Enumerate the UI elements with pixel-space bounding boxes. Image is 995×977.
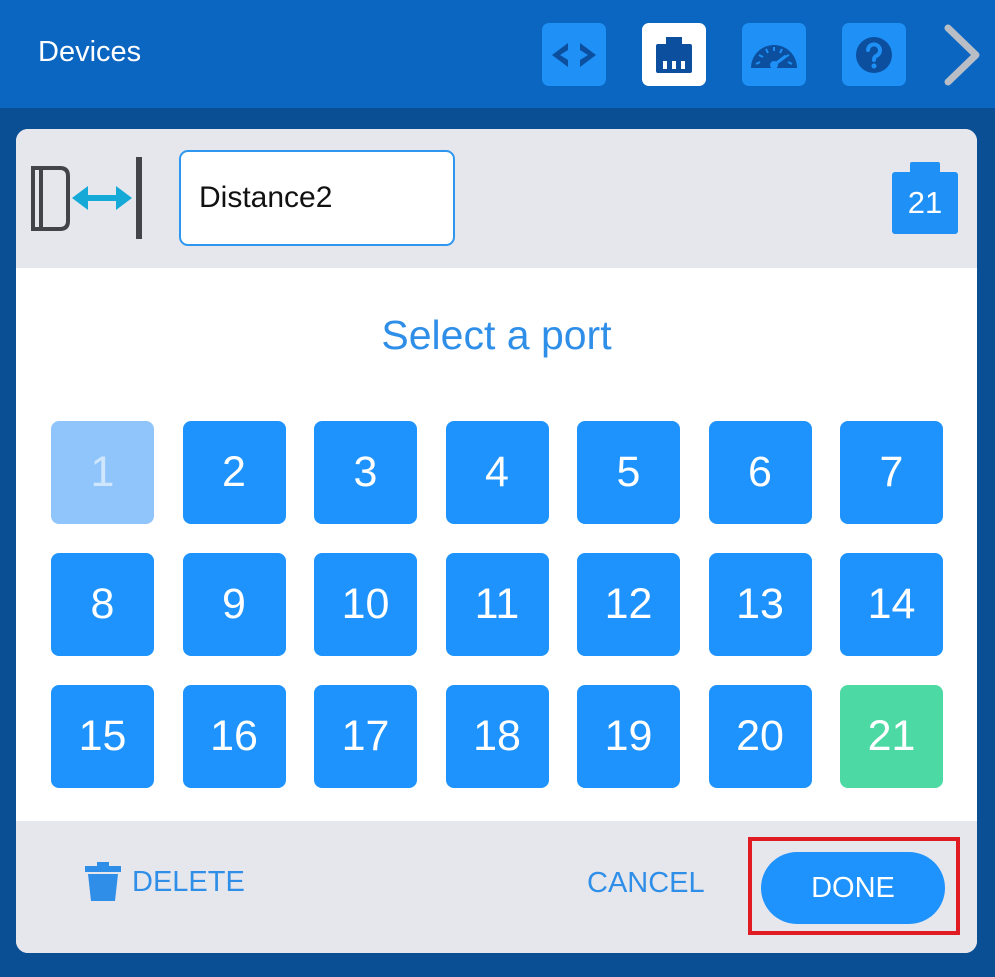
port-grid: 1 2 3 4 5 6 7 8 9 10 11 12 13 14 15 16 17 18 19 20 21 xyxy=(51,421,943,788)
port-button-4[interactable]: 4 xyxy=(445,421,549,524)
top-bar: Devices xyxy=(0,0,995,108)
port-button-12[interactable]: 12 xyxy=(577,553,680,656)
current-port-number: 21 xyxy=(892,172,958,234)
port-button-17[interactable]: 17 xyxy=(314,685,417,788)
port-button-18[interactable]: 18 xyxy=(445,685,549,788)
delete-label: DELETE xyxy=(132,865,245,898)
port-badge: 21 xyxy=(892,162,958,234)
port-select-dialog: 21 Select a port 12345678910111213141516… xyxy=(16,129,977,953)
port-button-13[interactable]: 13 xyxy=(708,553,812,656)
port-button-10[interactable]: 10 xyxy=(314,553,417,656)
delete-button[interactable]: DELETE xyxy=(84,857,245,907)
device-name-input[interactable] xyxy=(179,150,455,246)
port-button-5[interactable]: 5 xyxy=(577,421,680,524)
help-icon xyxy=(856,36,892,73)
port-button-9[interactable]: 9 xyxy=(182,553,286,656)
port-button-7[interactable]: 7 xyxy=(840,421,943,524)
distance-sensor-icon xyxy=(31,157,142,239)
port-button-20[interactable]: 20 xyxy=(708,685,812,788)
port-button-19[interactable]: 19 xyxy=(577,685,680,788)
port-button-14[interactable]: 14 xyxy=(840,553,943,656)
port-badge-cap xyxy=(910,162,940,172)
port-button-6[interactable]: 6 xyxy=(708,421,812,524)
trash-icon xyxy=(85,862,121,901)
code-icon xyxy=(552,42,596,67)
devices-port-icon xyxy=(656,36,692,73)
port-button-3[interactable]: 3 xyxy=(314,421,417,524)
port-button-8[interactable]: 8 xyxy=(51,553,154,656)
help-button[interactable] xyxy=(842,23,906,86)
dialog-header: 21 xyxy=(16,129,977,268)
chevron-right-icon[interactable] xyxy=(938,22,988,88)
code-button[interactable] xyxy=(542,23,606,86)
port-button-11[interactable]: 11 xyxy=(445,553,549,656)
cancel-button[interactable]: CANCEL xyxy=(587,867,705,900)
port-button-2[interactable]: 2 xyxy=(182,421,286,524)
select-port-title: Select a port xyxy=(381,312,612,358)
port-button-1: 1 xyxy=(51,421,154,524)
dashboard-button[interactable] xyxy=(742,23,806,86)
devices-button[interactable] xyxy=(642,23,706,86)
port-button-15[interactable]: 15 xyxy=(51,685,154,788)
highlight-box xyxy=(748,837,960,935)
dashboard-gauge-icon xyxy=(751,44,797,69)
port-button-21[interactable]: 21 xyxy=(840,685,943,788)
page-title: Devices xyxy=(38,36,142,68)
port-button-16[interactable]: 16 xyxy=(182,685,286,788)
